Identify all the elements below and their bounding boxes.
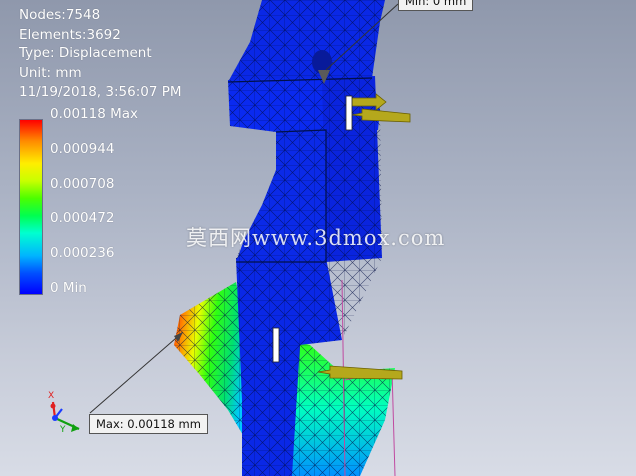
- legend-label-min: 0 Min: [50, 280, 87, 296]
- triad-x-label: X: [48, 391, 54, 401]
- legend-label-4: 0.000472: [50, 210, 115, 226]
- watermark-text: 莫西网www.3dmox.com: [186, 226, 446, 250]
- legend-label-5: 0.000236: [50, 245, 115, 261]
- min-probe-label[interactable]: Min: 0 mm: [398, 0, 474, 11]
- view-triad[interactable]: X Y: [48, 391, 80, 435]
- legend-label-2: 0.000944: [50, 141, 115, 157]
- info-type: Type: Displacement: [19, 45, 152, 61]
- legend-label-3: 0.000708: [50, 176, 115, 192]
- info-nodes: Nodes:7548: [19, 7, 101, 23]
- info-timestamp: 11/19/2018, 3:56:07 PM: [19, 84, 182, 100]
- max-probe-label[interactable]: Max: 0.00118 mm: [89, 414, 208, 434]
- graphics-viewport[interactable]: X Y Nodes:7548 Elements:3692 Type: Displ…: [0, 0, 636, 476]
- triad-y-label: Y: [59, 425, 66, 435]
- info-unit: Unit: mm: [19, 65, 82, 81]
- legend-label-max: 0.00118 Max: [50, 106, 139, 122]
- color-legend-bar: [19, 119, 43, 295]
- info-elements: Elements:3692: [19, 27, 121, 43]
